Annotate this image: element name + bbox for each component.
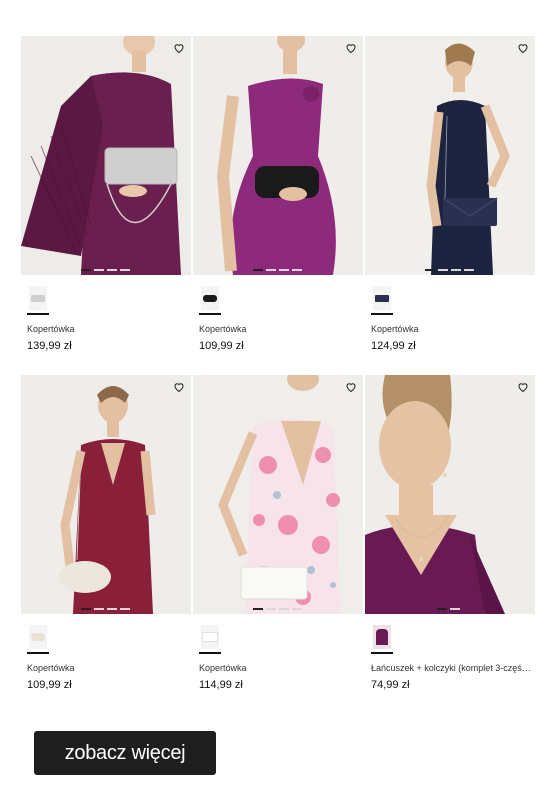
see-more-button[interactable]: zobacz więcej [34, 731, 216, 775]
product-price: 109,99 zł [27, 679, 72, 691]
product-card[interactable]: Łańcuszek + kolczyki (komplet 3-częściow… [365, 375, 535, 714]
variant-thumbnail[interactable] [27, 283, 49, 315]
product-card[interactable]: Kopertówka 124,99 zł [365, 36, 535, 375]
product-price: 74,99 zł [371, 679, 410, 691]
product-card[interactable]: Kopertówka 109,99 zł [193, 36, 363, 375]
product-photo[interactable] [365, 375, 535, 614]
product-image [193, 36, 363, 275]
product-price: 124,99 zł [371, 340, 416, 352]
product-card[interactable]: Kopertówka 139,99 zł [21, 36, 191, 375]
heart-icon[interactable] [173, 381, 185, 393]
carousel-dots[interactable] [437, 608, 460, 610]
product-price: 114,99 zł [199, 679, 243, 691]
variant-thumbnail[interactable] [371, 622, 393, 654]
variant-thumbnail[interactable] [199, 283, 221, 315]
heart-icon[interactable] [345, 42, 357, 54]
carousel-dots[interactable] [81, 608, 130, 610]
heart-icon[interactable] [173, 42, 185, 54]
product-price: 109,99 zł [199, 340, 244, 352]
product-name[interactable]: Kopertówka [199, 663, 359, 673]
product-photo[interactable] [193, 375, 363, 614]
carousel-dots[interactable] [253, 269, 302, 271]
product-price: 139,99 zł [27, 340, 72, 352]
product-card[interactable]: Kopertówka 109,99 zł [21, 375, 191, 714]
carousel-dots[interactable] [81, 269, 130, 271]
variant-thumbnail[interactable] [199, 622, 221, 654]
heart-icon[interactable] [345, 381, 357, 393]
product-card[interactable]: Kopertówka 114,99 zł [193, 375, 363, 714]
product-photo[interactable] [365, 36, 535, 275]
product-image [365, 375, 535, 614]
product-name[interactable]: Kopertówka [27, 663, 187, 673]
product-name[interactable]: Łańcuszek + kolczyki (komplet 3-częściow… [371, 663, 531, 673]
product-photo[interactable] [193, 36, 363, 275]
heart-icon[interactable] [517, 381, 529, 393]
product-name[interactable]: Kopertówka [199, 324, 359, 334]
product-photo[interactable] [21, 375, 191, 614]
product-image [21, 36, 191, 275]
product-name[interactable]: Kopertówka [27, 324, 187, 334]
variant-thumbnail[interactable] [27, 622, 49, 654]
variant-thumbnail[interactable] [371, 283, 393, 315]
carousel-dots[interactable] [253, 608, 302, 610]
product-image [21, 375, 191, 614]
product-photo[interactable] [21, 36, 191, 275]
product-image [365, 36, 535, 275]
product-image [193, 375, 363, 614]
carousel-dots[interactable] [425, 269, 474, 271]
product-grid: Kopertówka 139,99 zł Kopertówka 109,99 z… [21, 36, 536, 714]
product-name[interactable]: Kopertówka [371, 324, 531, 334]
heart-icon[interactable] [517, 42, 529, 54]
